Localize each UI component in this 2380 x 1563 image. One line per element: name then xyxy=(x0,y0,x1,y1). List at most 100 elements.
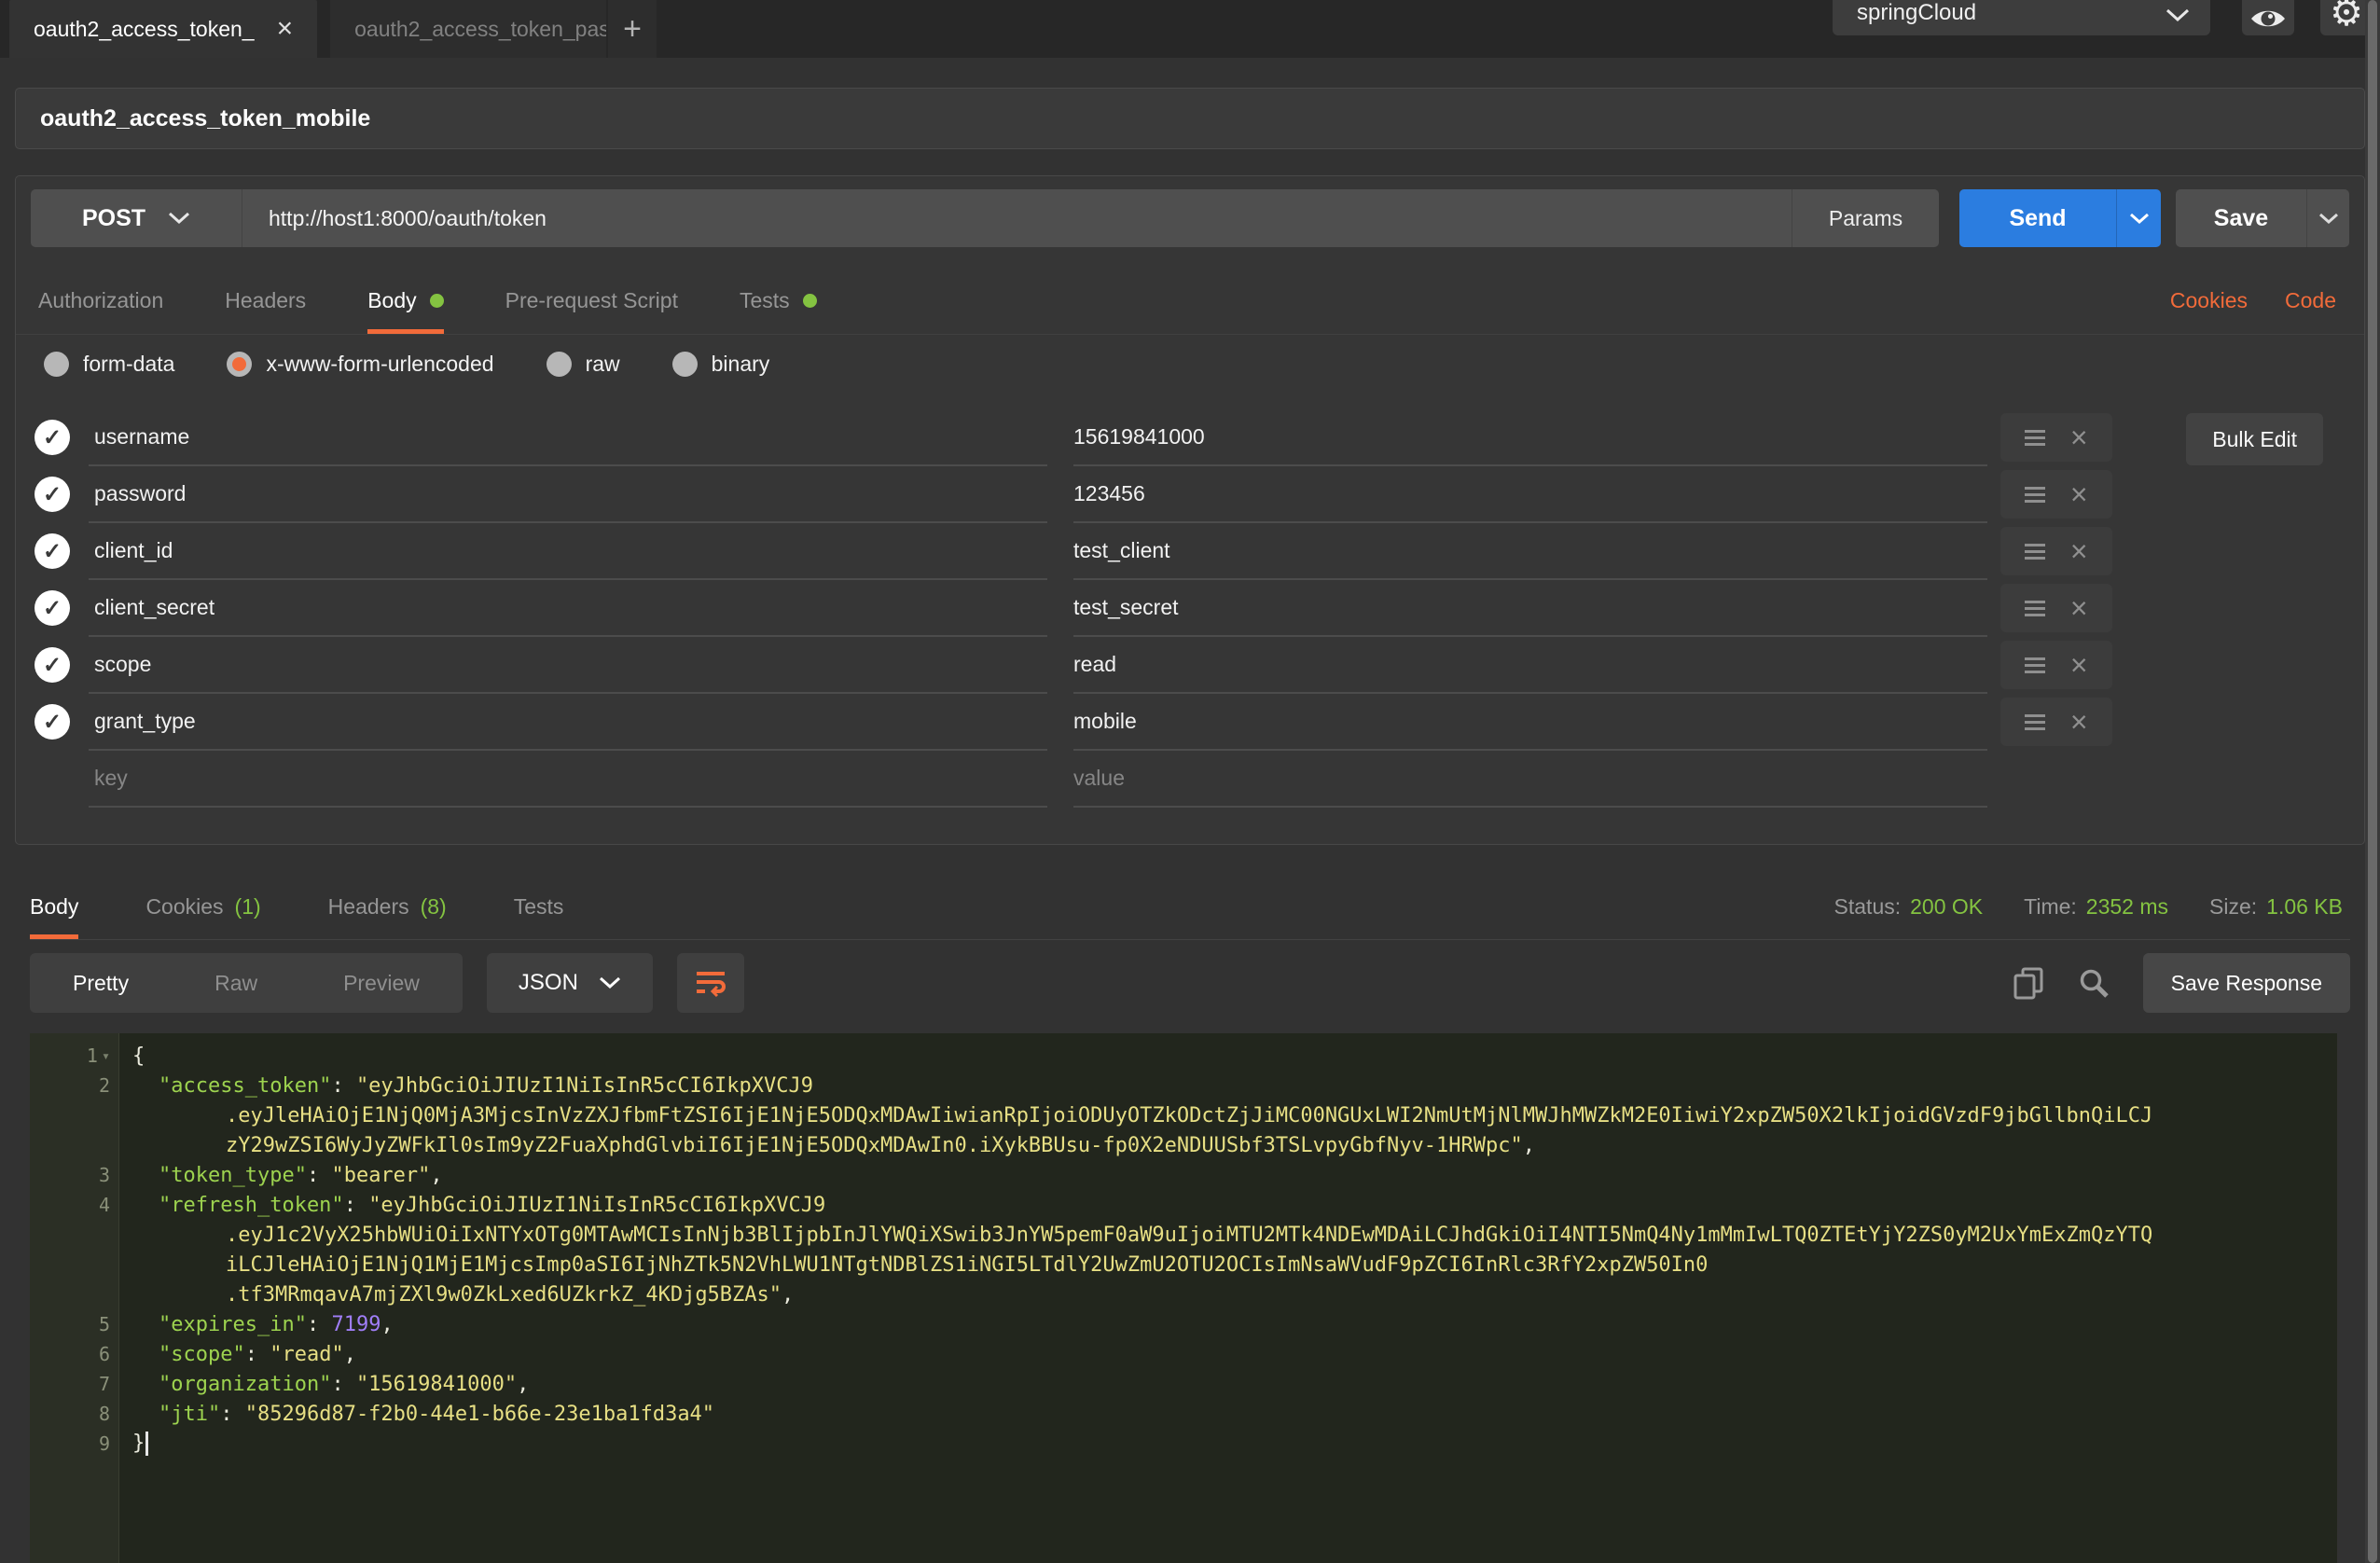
code-text: "expires_in": 7199, xyxy=(119,1313,2337,1336)
params-button[interactable]: Params xyxy=(1792,189,1939,247)
tab-headers[interactable]: Headers xyxy=(225,268,306,334)
param-checkbox[interactable]: ✓ xyxy=(35,477,70,512)
token: , xyxy=(517,1373,529,1396)
param-value-input[interactable]: 123456 xyxy=(1073,466,1987,523)
param-value-input[interactable]: mobile xyxy=(1073,694,1987,751)
search-icon[interactable] xyxy=(2078,967,2110,999)
drag-handle-icon[interactable] xyxy=(2025,601,2045,616)
scrollbar-thumb[interactable] xyxy=(2368,0,2377,1563)
param-row: ✓ password 123456 × xyxy=(16,466,2364,523)
new-tab-button[interactable]: + xyxy=(608,0,657,58)
chevron-down-icon xyxy=(168,212,190,225)
eye-icon xyxy=(2249,6,2287,32)
response-body-viewer[interactable]: 1▾{2"access_token": "eyJhbGciOiJIUzI1NiI… xyxy=(30,1033,2337,1563)
token: "bearer" xyxy=(331,1164,430,1187)
delete-row-icon[interactable]: × xyxy=(2070,593,2088,623)
tab-tests[interactable]: Tests xyxy=(740,268,817,334)
view-raw[interactable]: Raw xyxy=(172,971,300,996)
delete-row-icon[interactable]: × xyxy=(2070,422,2088,452)
token: "eyJhbGciOiJIUzI1NiIsInR5cCI6IkpXVCJ9 xyxy=(356,1074,813,1098)
param-value-input[interactable]: value xyxy=(1073,751,1987,808)
param-value-input[interactable]: read xyxy=(1073,637,1987,694)
delete-row-icon[interactable]: × xyxy=(2070,536,2088,566)
param-checkbox[interactable]: ✓ xyxy=(35,420,70,455)
view-preview[interactable]: Preview xyxy=(300,971,463,996)
language-select[interactable]: JSON xyxy=(487,953,653,1013)
save-options-button[interactable] xyxy=(2306,189,2349,247)
param-checkbox[interactable]: ✓ xyxy=(35,647,70,683)
param-checkbox[interactable]: ✓ xyxy=(35,704,70,740)
response-tab-body[interactable]: Body xyxy=(30,875,78,939)
code-link[interactable]: Code xyxy=(2285,288,2336,313)
radio-x-www-form-urlencoded[interactable]: x-www-form-urlencoded xyxy=(227,352,493,377)
line-number: 9 xyxy=(30,1432,119,1455)
gear-icon: ⚙ xyxy=(2330,0,2363,32)
code-line: 7"organization": "15619841000", xyxy=(30,1369,2337,1399)
cookies-link[interactable]: Cookies xyxy=(2170,288,2248,313)
tab-body[interactable]: Body xyxy=(367,268,443,334)
url-input[interactable]: http://host1:8000/oauth/token xyxy=(242,189,1792,247)
save-button[interactable]: Save xyxy=(2176,189,2306,247)
line-number-text: 9 xyxy=(99,1432,110,1455)
copy-icon[interactable] xyxy=(2013,966,2044,1000)
request-tab-inactive[interactable]: oauth2_access_token_passw xyxy=(330,0,606,58)
token: { xyxy=(132,1044,145,1068)
green-dot xyxy=(430,294,444,308)
send-options-button[interactable] xyxy=(2116,189,2161,247)
param-row: key value xyxy=(16,751,2364,808)
tab-pre-request-script[interactable]: Pre-request Script xyxy=(505,268,678,334)
token: "access_token" xyxy=(159,1074,331,1098)
param-key-input[interactable]: username xyxy=(89,409,1047,466)
token: "organization" xyxy=(159,1373,331,1396)
param-key-input[interactable]: key xyxy=(89,751,1047,808)
request-tab-active[interactable]: oauth2_access_token_ × xyxy=(9,0,317,58)
environment-preview-button[interactable] xyxy=(2242,0,2294,35)
radio-form-data[interactable]: form-data xyxy=(44,352,174,377)
bulk-edit-button[interactable]: Bulk Edit xyxy=(2186,413,2323,465)
code-line: .eyJleHAiOjE1NjQ0MjA3MjcsInVzZXJfbmFtZSI… xyxy=(30,1100,2337,1130)
wrap-lines-button[interactable] xyxy=(677,953,744,1013)
response-tab-cookies[interactable]: Cookies (1) xyxy=(145,875,260,939)
param-row: ✓ scope read × xyxy=(16,637,2364,694)
view-pretty[interactable]: Pretty xyxy=(30,971,172,996)
param-key-input[interactable]: client_id xyxy=(89,523,1047,580)
param-checkbox[interactable]: ✓ xyxy=(35,590,70,626)
param-key-input[interactable]: password xyxy=(89,466,1047,523)
token: , xyxy=(344,1343,356,1366)
param-value-input[interactable]: test_client xyxy=(1073,523,1987,580)
param-checkbox[interactable]: ✓ xyxy=(35,533,70,569)
drag-handle-icon[interactable] xyxy=(2025,657,2045,673)
send-button[interactable]: Send xyxy=(1959,189,2116,247)
param-value-input[interactable]: 15619841000 xyxy=(1073,409,1987,466)
delete-row-icon[interactable]: × xyxy=(2070,650,2088,680)
view-mode-segment: Pretty Raw Preview xyxy=(30,953,463,1013)
token: "eyJhbGciOiJIUzI1NiIsInR5cCI6IkpXVCJ9 xyxy=(368,1194,825,1217)
method-select[interactable]: POST xyxy=(31,189,242,247)
delete-row-icon[interactable]: × xyxy=(2070,707,2088,737)
param-key-input[interactable]: client_secret xyxy=(89,580,1047,637)
drag-handle-icon[interactable] xyxy=(2025,544,2045,560)
line-number-text: 3 xyxy=(99,1164,110,1186)
response-tab-headers[interactable]: Headers (8) xyxy=(328,875,447,939)
delete-row-icon[interactable]: × xyxy=(2070,479,2088,509)
drag-handle-icon[interactable] xyxy=(2025,714,2045,730)
line-number: 3 xyxy=(30,1164,119,1186)
drag-handle-icon[interactable] xyxy=(2025,430,2045,446)
text-caret xyxy=(145,1432,148,1456)
save-response-button[interactable]: Save Response xyxy=(2143,953,2350,1013)
scrollbar[interactable] xyxy=(2365,0,2380,1563)
param-key-input[interactable]: grant_type xyxy=(89,694,1047,751)
param-value-input[interactable]: test_secret xyxy=(1073,580,1987,637)
token: "refresh_token" xyxy=(159,1194,344,1217)
drag-handle-icon[interactable] xyxy=(2025,487,2045,503)
green-dot xyxy=(803,294,817,308)
radio-raw[interactable]: raw xyxy=(547,352,620,377)
close-icon[interactable]: × xyxy=(277,15,294,43)
fold-arrow-icon[interactable]: ▾ xyxy=(102,1047,110,1064)
response-tab-tests[interactable]: Tests xyxy=(514,875,564,939)
radio-binary[interactable]: binary xyxy=(672,352,770,377)
headers-count: (8) xyxy=(421,894,447,920)
environment-select[interactable]: springCloud xyxy=(1833,0,2210,35)
param-key-input[interactable]: scope xyxy=(89,637,1047,694)
tab-authorization[interactable]: Authorization xyxy=(38,268,163,334)
